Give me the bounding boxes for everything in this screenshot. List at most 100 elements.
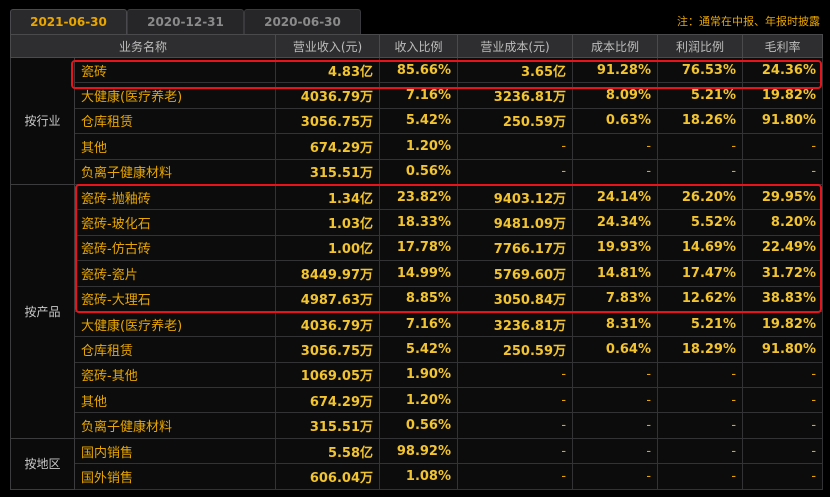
- header-cost: 营业成本(元): [457, 34, 574, 58]
- revenue-cell: 1069.05万: [275, 361, 381, 389]
- business-name-cell: 瓷砖-玻化石: [73, 209, 277, 236]
- revenue-cell: 3056.75万: [275, 336, 381, 363]
- business-name-cell: 大健康(医疗养老): [73, 310, 277, 338]
- table-header-row: 业务名称 营业收入(元) 收入比例 营业成本(元) 成本比例 利润比例 毛利率: [9, 34, 824, 58]
- revenue-cell: 606.04万: [275, 463, 381, 490]
- gross-margin-cell: 8.20%: [742, 209, 824, 236]
- profit-ratio-cell: 5.21%: [657, 82, 744, 109]
- profit-ratio-cell: -: [657, 133, 744, 160]
- cost-ratio-cell: 24.34%: [572, 209, 659, 236]
- table-row: 大健康(医疗养老) 4036.79万 7.16% 3236.81万 8.31% 5.21%…: [11, 310, 824, 338]
- tab-2020-06-30[interactable]: 2020-06-30: [244, 9, 361, 34]
- table-row: 大健康(医疗养老) 4036.79万 7.16% 3236.81万 8.09% 5.21%…: [11, 82, 824, 109]
- table-row: 按地区 国内销售 5.58亿 98.92% - - - -: [10, 437, 824, 490]
- table-row: 其他 674.29万 1.20% - - - -: [11, 133, 824, 160]
- revenue-ratio-cell: 1.20%: [379, 133, 459, 160]
- profit-ratio-cell: -: [657, 463, 744, 490]
- revenue-ratio-cell: 1.20%: [379, 387, 459, 414]
- cost-ratio-cell: -: [572, 158, 659, 185]
- revenue-cell: 315.51万: [275, 412, 381, 439]
- cost-cell: 3.65亿: [457, 56, 574, 84]
- gross-margin-cell: 91.80%: [742, 336, 824, 363]
- business-name-cell: 仓库租赁: [73, 107, 277, 135]
- revenue-cell: 4.83亿: [275, 56, 381, 84]
- cost-cell: -: [457, 387, 574, 414]
- profit-ratio-cell: 18.26%: [657, 107, 744, 135]
- cost-cell: -: [457, 412, 574, 439]
- cost-cell: 7766.17万: [457, 234, 574, 262]
- gross-margin-cell: 31.72%: [742, 260, 824, 287]
- revenue-cell: 674.29万: [275, 133, 381, 160]
- table-row: 瓷砖-仿古砖 1.00亿 17.78% 7766.17万 19.93% 14.69% 22.…: [11, 234, 824, 262]
- cost-ratio-cell: -: [572, 437, 659, 465]
- gross-margin-cell: -: [742, 387, 824, 414]
- revenue-ratio-cell: 0.56%: [379, 158, 459, 185]
- profit-ratio-cell: -: [657, 387, 744, 414]
- gross-margin-cell: 22.49%: [742, 234, 824, 262]
- business-name-cell: 瓷砖: [73, 56, 277, 84]
- cost-ratio-cell: -: [572, 361, 659, 389]
- business-name-cell: 瓷砖-抛釉砖: [73, 183, 277, 211]
- table-row: 仓库租赁 3056.75万 5.42% 250.59万 0.63% 18.26% 91.80…: [11, 107, 824, 135]
- gross-margin-cell: -: [742, 463, 824, 490]
- gross-margin-cell: -: [742, 158, 824, 185]
- cost-ratio-cell: 0.63%: [572, 107, 659, 135]
- cost-cell: 9481.09万: [457, 209, 574, 236]
- cost-cell: -: [457, 437, 574, 465]
- cost-ratio-cell: 7.83%: [572, 285, 659, 312]
- profit-ratio-cell: 76.53%: [657, 56, 744, 84]
- profit-ratio-cell: -: [657, 437, 744, 465]
- table-row: 负离子健康材料 315.51万 0.56% - - - -: [11, 158, 824, 185]
- group-label: 按行业: [10, 57, 75, 185]
- cost-cell: -: [457, 158, 574, 185]
- table-row: 按产品 瓷砖-抛釉砖 1.34亿 23.82% 9403.12万 24.14% 26.20%…: [10, 183, 824, 439]
- gross-margin-cell: -: [742, 361, 824, 389]
- cost-cell: -: [457, 133, 574, 160]
- cost-ratio-cell: 14.81%: [572, 260, 659, 287]
- cost-cell: -: [457, 463, 574, 490]
- header-profit-ratio: 利润比例: [657, 34, 744, 58]
- business-name-cell: 瓷砖-瓷片: [73, 260, 277, 287]
- table-row: 仓库租赁 3056.75万 5.42% 250.59万 0.64% 18.29% 91.80…: [11, 336, 824, 363]
- group-label: 按地区: [10, 437, 75, 490]
- cost-cell: 250.59万: [457, 336, 574, 363]
- cost-ratio-cell: 8.31%: [572, 310, 659, 338]
- tab-2020-12-31[interactable]: 2020-12-31: [127, 9, 244, 34]
- header-cost-ratio: 成本比例: [572, 34, 659, 58]
- business-name-cell: 瓷砖-其他: [73, 361, 277, 389]
- revenue-ratio-cell: 17.78%: [379, 234, 459, 262]
- profit-ratio-cell: 18.29%: [657, 336, 744, 363]
- tab-2021-06-30[interactable]: 2021-06-30: [10, 9, 127, 34]
- revenue-ratio-cell: 0.56%: [379, 412, 459, 439]
- table-row: 负离子健康材料 315.51万 0.56% - - - -: [11, 412, 824, 439]
- cost-ratio-cell: 24.14%: [572, 183, 659, 211]
- table-row: 瓷砖-瓷片 8449.97万 14.99% 5769.60万 14.81% 17.47% 3…: [11, 260, 824, 287]
- revenue-ratio-cell: 18.33%: [379, 209, 459, 236]
- profit-ratio-cell: 26.20%: [657, 183, 744, 211]
- gross-margin-cell: 19.82%: [742, 310, 824, 338]
- header-revenue: 营业收入(元): [275, 34, 381, 58]
- profit-ratio-cell: -: [657, 412, 744, 439]
- business-composition-table: 业务名称 营业收入(元) 收入比例 营业成本(元) 成本比例 利润比例 毛利率 …: [9, 34, 824, 490]
- revenue-cell: 1.03亿: [275, 209, 381, 236]
- business-name-cell: 瓷砖-大理石: [73, 285, 277, 312]
- table-row: 其他 674.29万 1.20% - - - -: [11, 387, 824, 414]
- revenue-ratio-cell: 85.66%: [379, 56, 459, 84]
- gross-margin-cell: 38.83%: [742, 285, 824, 312]
- gross-margin-cell: -: [742, 133, 824, 160]
- gross-margin-cell: 19.82%: [742, 82, 824, 109]
- cost-ratio-cell: 8.09%: [572, 82, 659, 109]
- table-row: 瓷砖-大理石 4987.63万 8.85% 3050.84万 7.83% 12.62% 38…: [11, 285, 824, 312]
- revenue-cell: 3056.75万: [275, 107, 381, 135]
- revenue-cell: 1.00亿: [275, 234, 381, 262]
- header-revenue-ratio: 收入比例: [379, 34, 459, 58]
- business-name-cell: 其他: [73, 133, 277, 160]
- header-business-name: 业务名称: [9, 34, 277, 58]
- business-name-cell: 负离子健康材料: [73, 158, 277, 185]
- gross-margin-cell: -: [742, 412, 824, 439]
- business-name-cell: 瓷砖-仿古砖: [73, 234, 277, 262]
- revenue-ratio-cell: 23.82%: [379, 183, 459, 211]
- cost-ratio-cell: -: [572, 133, 659, 160]
- cost-cell: 3050.84万: [457, 285, 574, 312]
- cost-cell: 5769.60万: [457, 260, 574, 287]
